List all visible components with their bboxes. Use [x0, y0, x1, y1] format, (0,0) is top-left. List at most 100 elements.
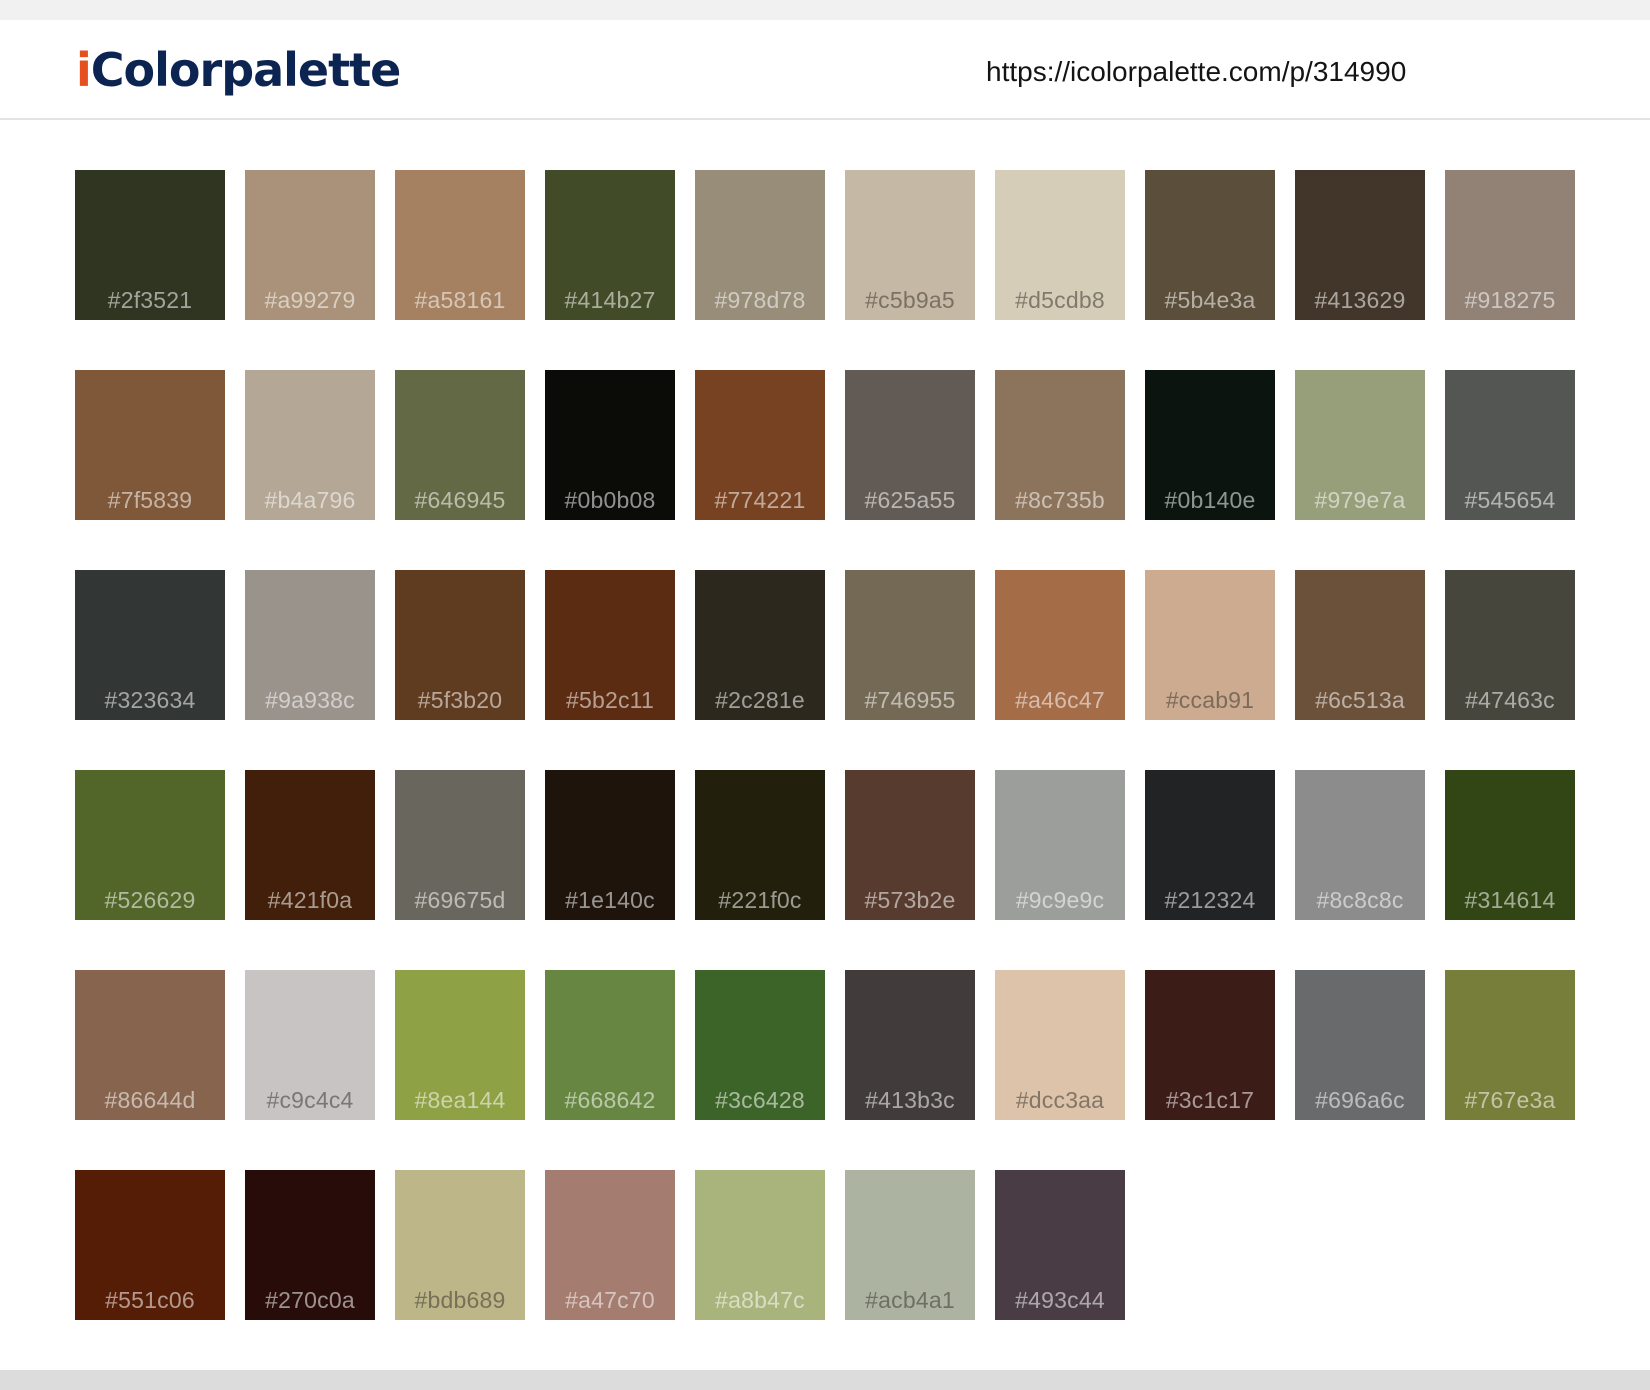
color-swatch[interactable]: #414b27: [545, 170, 675, 320]
color-swatch[interactable]: #646945: [395, 370, 525, 520]
color-swatch[interactable]: #413629: [1295, 170, 1425, 320]
swatch-hex-label: #3c1c17: [1165, 1087, 1255, 1113]
color-swatch[interactable]: #323634: [75, 570, 225, 720]
color-swatch[interactable]: #d5cdb8: [995, 170, 1125, 320]
color-swatch[interactable]: #270c0a: [245, 1170, 375, 1320]
color-swatch[interactable]: #ccab91: [1145, 570, 1275, 720]
color-swatch[interactable]: #2c281e: [695, 570, 825, 720]
swatch-hex-label: #b4a796: [264, 487, 356, 513]
color-swatch[interactable]: #9c9e9c: [995, 770, 1125, 920]
color-swatch[interactable]: #221f0c: [695, 770, 825, 920]
swatch-hex-label: #acb4a1: [865, 1287, 955, 1313]
color-swatch[interactable]: #9a938c: [245, 570, 375, 720]
color-swatch[interactable]: #69675d: [395, 770, 525, 920]
color-swatch[interactable]: #a46c47: [995, 570, 1125, 720]
swatch-hex-label: #696a6c: [1315, 1087, 1405, 1113]
swatch-hex-label: #323634: [104, 687, 196, 713]
swatch-hex-label: #9a938c: [265, 687, 355, 713]
color-swatch[interactable]: #c5b9a5: [845, 170, 975, 320]
color-swatch[interactable]: #a8b47c: [695, 1170, 825, 1320]
color-swatch[interactable]: #a47c70: [545, 1170, 675, 1320]
color-swatch[interactable]: #b4a796: [245, 370, 375, 520]
color-swatch[interactable]: #746955: [845, 570, 975, 720]
color-swatch[interactable]: #6c513a: [1295, 570, 1425, 720]
color-swatch[interactable]: #212324: [1145, 770, 1275, 920]
swatch-hex-label: #dcc3aa: [1015, 1087, 1105, 1113]
swatch-hex-label: #493c44: [1015, 1287, 1105, 1313]
swatch-hex-label: #86644d: [104, 1087, 196, 1113]
swatch-hex-label: #69675d: [414, 887, 506, 913]
swatch-hex-label: #746955: [864, 687, 956, 713]
swatch-hex-label: #7f5839: [107, 487, 193, 513]
color-swatch[interactable]: #8c8c8c: [1295, 770, 1425, 920]
color-swatch[interactable]: #5b4e3a: [1145, 170, 1275, 320]
color-swatch[interactable]: #bdb689: [395, 1170, 525, 1320]
color-swatch[interactable]: #979e7a: [1295, 370, 1425, 520]
color-swatch[interactable]: #a58161: [395, 170, 525, 320]
color-swatch[interactable]: #2f3521: [75, 170, 225, 320]
color-swatch[interactable]: #acb4a1: [845, 1170, 975, 1320]
bottom-strip: [0, 1370, 1650, 1390]
color-swatch[interactable]: #668642: [545, 970, 675, 1120]
swatch-hex-label: #413b3c: [865, 1087, 955, 1113]
swatch-hex-label: #5b2c11: [566, 687, 654, 713]
color-swatch[interactable]: #526629: [75, 770, 225, 920]
color-swatch[interactable]: #8c735b: [995, 370, 1125, 520]
swatch-hex-label: #545654: [1464, 487, 1556, 513]
swatch-hex-label: #a99279: [264, 287, 356, 313]
color-swatch[interactable]: #1e140c: [545, 770, 675, 920]
color-swatch[interactable]: #86644d: [75, 970, 225, 1120]
swatch-hex-label: #3c6428: [715, 1087, 805, 1113]
color-swatch[interactable]: #5b2c11: [545, 570, 675, 720]
swatch-hex-label: #bdb689: [414, 1287, 506, 1313]
color-swatch[interactable]: #0b140e: [1145, 370, 1275, 520]
swatch-hex-label: #9c9e9c: [1015, 887, 1105, 913]
swatch-hex-label: #979e7a: [1314, 487, 1406, 513]
color-swatch[interactable]: #421f0a: [245, 770, 375, 920]
color-swatch[interactable]: #0b0b08: [545, 370, 675, 520]
swatch-hex-label: #421f0a: [267, 887, 353, 913]
swatch-hex-label: #221f0c: [718, 887, 802, 913]
color-swatch[interactable]: #c9c4c4: [245, 970, 375, 1120]
color-swatch[interactable]: #573b2e: [845, 770, 975, 920]
swatch-hex-label: #2f3521: [107, 287, 193, 313]
swatch-hex-label: #414b27: [564, 287, 656, 313]
color-swatch[interactable]: #a99279: [245, 170, 375, 320]
color-swatch[interactable]: #767e3a: [1445, 970, 1575, 1120]
swatch-hex-label: #6c513a: [1315, 687, 1405, 713]
color-swatch[interactable]: #314614: [1445, 770, 1575, 920]
swatch-hex-label: #8ea144: [414, 1087, 506, 1113]
swatch-hex-label: #314614: [1464, 887, 1556, 913]
swatch-hex-label: #978d78: [714, 287, 806, 313]
color-swatch[interactable]: #551c06: [75, 1170, 225, 1320]
swatch-hex-label: #413629: [1314, 287, 1406, 313]
swatch-hex-label: #a47c70: [565, 1287, 655, 1313]
color-swatch[interactable]: #7f5839: [75, 370, 225, 520]
swatch-hex-label: #767e3a: [1464, 1087, 1556, 1113]
color-swatch[interactable]: #47463c: [1445, 570, 1575, 720]
color-swatch[interactable]: #8ea144: [395, 970, 525, 1120]
color-swatch[interactable]: #696a6c: [1295, 970, 1425, 1120]
color-swatch[interactable]: #493c44: [995, 1170, 1125, 1320]
swatch-hex-label: #646945: [414, 487, 506, 513]
swatch-hex-label: #47463c: [1465, 687, 1555, 713]
color-swatch[interactable]: #625a55: [845, 370, 975, 520]
color-swatch[interactable]: #545654: [1445, 370, 1575, 520]
color-swatch[interactable]: #dcc3aa: [995, 970, 1125, 1120]
color-swatch[interactable]: #3c1c17: [1145, 970, 1275, 1120]
swatch-hex-label: #a8b47c: [715, 1287, 805, 1313]
color-swatch[interactable]: #5f3b20: [395, 570, 525, 720]
swatch-hex-label: #c9c4c4: [266, 1087, 354, 1113]
swatch-hex-label: #8c735b: [1015, 487, 1105, 513]
color-swatch[interactable]: #413b3c: [845, 970, 975, 1120]
color-swatch[interactable]: #918275: [1445, 170, 1575, 320]
swatch-hex-label: #0b0b08: [564, 487, 656, 513]
swatch-hex-label: #2c281e: [715, 687, 805, 713]
color-swatch[interactable]: #978d78: [695, 170, 825, 320]
swatch-hex-label: #8c8c8c: [1316, 887, 1404, 913]
swatch-hex-label: #918275: [1464, 287, 1556, 313]
color-swatch[interactable]: #774221: [695, 370, 825, 520]
color-swatch[interactable]: #3c6428: [695, 970, 825, 1120]
swatch-hex-label: #1e140c: [565, 887, 655, 913]
swatch-hex-label: #ccab91: [1165, 687, 1255, 713]
